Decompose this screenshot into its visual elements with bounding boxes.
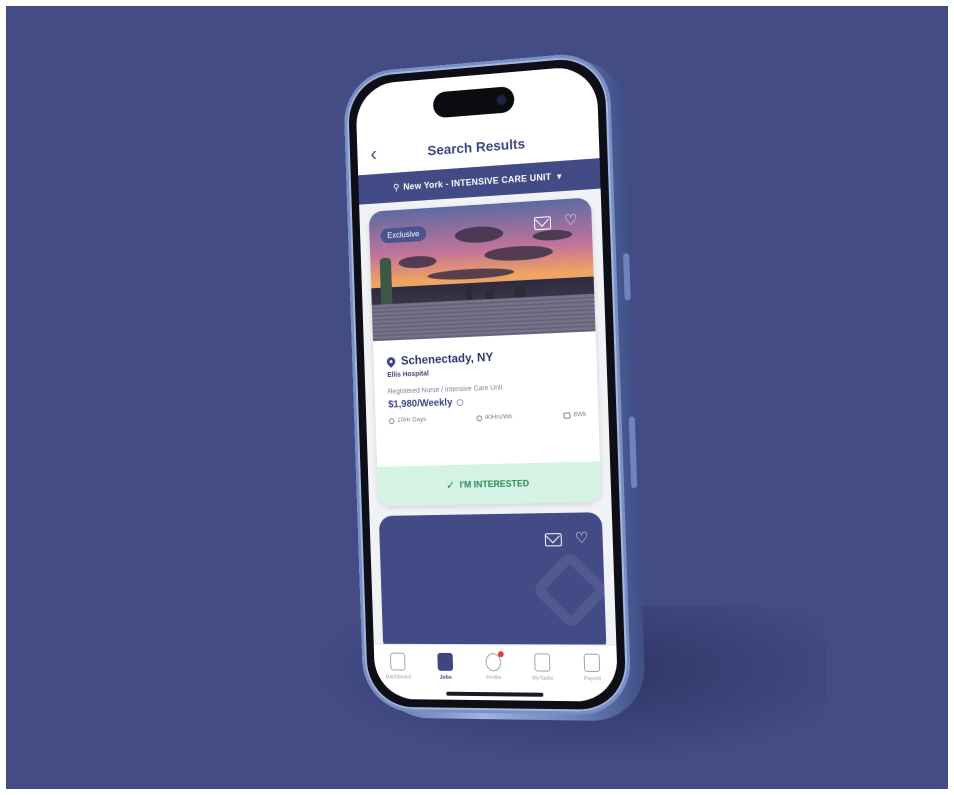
calendar-icon [563,411,571,419]
phone-frame: ‹ Search Results ⚲ New York - INTENSIVE … [342,50,632,716]
job-pay: $1,980/Weekly [388,393,586,411]
favorite-button[interactable]: ♡ [562,211,580,230]
job-details: Schenectady, NY Ellis Hospital Registere… [385,346,586,424]
hours-text: 40Hrs/Wk [484,413,513,422]
clock-icon [475,414,482,421]
tab-label: Jobs [439,674,452,681]
dynamic-island [432,85,515,119]
mail-button[interactable] [544,531,563,547]
brand-logo-watermark [531,549,607,630]
duration-meta: 8Wk [563,411,586,419]
search-location: New York [403,179,444,192]
tasks-icon [534,653,551,672]
tab-dashboard[interactable]: Dashboard [377,652,420,700]
job-city: Schenectady, NY [400,349,494,368]
shift-meta: 10Hr Days [388,416,427,424]
mail-button[interactable] [533,214,552,231]
caret-down-icon: ▼ [555,171,564,181]
job-card[interactable]: Exclusive ♡ Schenectady, NY Ellis Hospit… [368,197,602,507]
mail-icon [533,216,552,231]
info-icon[interactable] [456,398,464,407]
exclusive-badge: Exclusive [380,225,427,244]
tab-payroll[interactable]: Payroll [570,653,616,702]
job-pay-amount: $1,980/Weekly [388,397,453,411]
search-specialty: INTENSIVE CARE UNIT [451,171,552,189]
mockup-background: ‹ Search Results ⚲ New York - INTENSIVE … [6,6,948,789]
cloud-shape [484,244,554,263]
shift-text: 10Hr Days [397,416,427,424]
profile-icon [485,651,504,672]
tab-label: Payroll [583,675,601,683]
tab-label: MyTasks [532,675,554,682]
hours-meta: 40Hrs/Wk [475,413,513,422]
interested-button[interactable]: ✓ I'M INTERESTED [377,461,602,507]
mail-icon [544,533,562,547]
phone-screen: ‹ Search Results ⚲ New York - INTENSIVE … [355,64,619,702]
cloud-shape [454,225,504,245]
card-actions: ♡ [544,529,591,548]
results-list[interactable]: Exclusive ♡ Schenectady, NY Ellis Hospit… [359,188,617,655]
heart-icon: ♡ [563,211,578,230]
briefcase-icon [437,652,454,671]
cloud-shape [398,255,437,270]
statue-shape [379,257,393,306]
favorite-button[interactable]: ♡ [572,529,591,548]
building-shape [466,284,473,302]
check-icon: ✓ [445,479,456,492]
cloud-shape [427,266,515,282]
search-separator: - [442,178,452,190]
search-icon: ⚲ [392,181,400,193]
payroll-icon [583,653,601,672]
tab-label: Profile [486,675,502,682]
card-actions: ♡ [533,211,580,231]
page-title: Search Results [427,135,526,159]
sun-icon [388,417,395,424]
camera-icon [496,94,507,106]
notification-dot [497,651,504,658]
location-pin-icon [385,354,398,368]
phone-mockup: ‹ Search Results ⚲ New York - INTENSIVE … [342,49,647,725]
dashboard-icon [389,652,406,671]
job-meta: 10Hr Days 40Hrs/Wk 8Wk [388,411,586,424]
interested-label: I'M INTERESTED [459,478,530,490]
job-photo: Exclusive ♡ [368,197,596,342]
duration-text: 8Wk [573,410,587,419]
job-card-placeholder[interactable]: ♡ [378,512,607,655]
heart-icon: ♡ [574,529,589,548]
tab-label: Dashboard [385,674,412,681]
